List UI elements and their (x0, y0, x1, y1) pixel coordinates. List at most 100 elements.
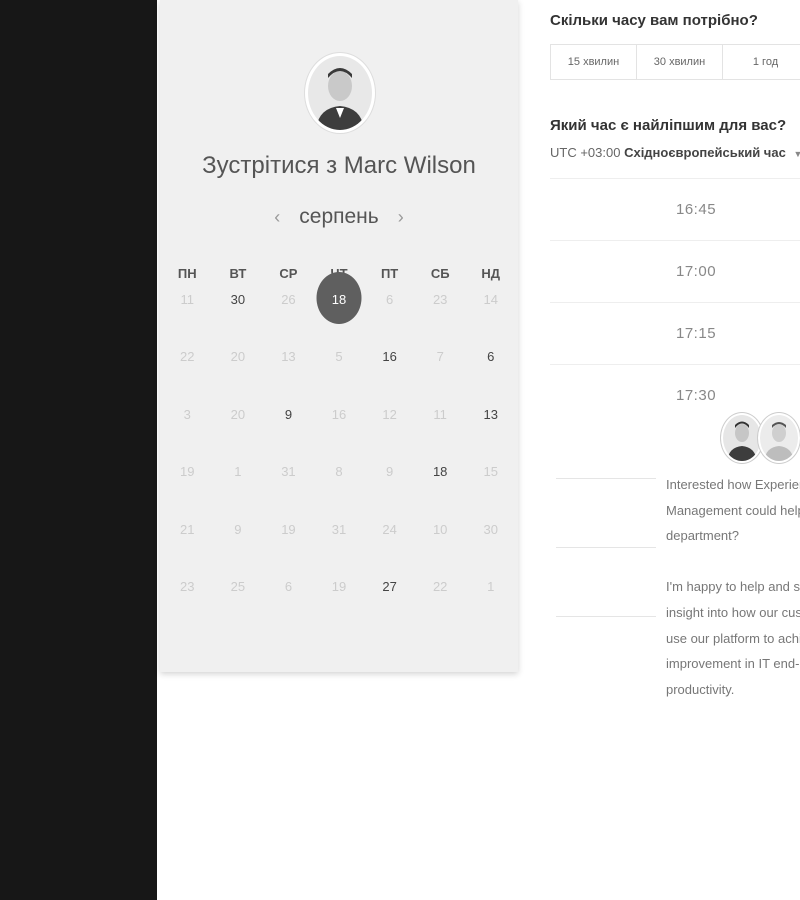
chat-message-line: use our platform to achi (666, 630, 800, 646)
calendar-day: 9 (213, 514, 264, 537)
weekday-label: НД (481, 266, 501, 281)
calendar-week: 21 9 19 31 24 10 30 (162, 514, 516, 571)
calendar-day: 11 (162, 284, 213, 307)
duration-option[interactable]: 30 хвилин (637, 45, 723, 79)
calendar-day: 10 (415, 514, 466, 537)
day-number: 14 (483, 292, 498, 307)
day-number: 23 (432, 292, 448, 307)
selected-day[interactable]: 18 (314, 284, 365, 307)
calendar-day: 31 (314, 514, 365, 537)
calendar-day: 7 (415, 341, 466, 364)
day-number: 10 (432, 521, 448, 537)
day-number: 9 (385, 464, 394, 480)
day-number: 20 (230, 349, 246, 365)
chat-message-line: Management could help (666, 502, 800, 518)
time-slot[interactable]: 17:00 (550, 240, 800, 302)
day-number: 20 (230, 406, 246, 422)
day-number: 19 (180, 464, 195, 480)
weekday-label: СБ (430, 266, 450, 281)
calendar-day[interactable]: 16 (364, 341, 415, 364)
person-icon (723, 415, 761, 461)
day-number: 16 (331, 406, 347, 422)
calendar-day: 24 (364, 514, 415, 537)
calendar-week: 22 20 13 5 16 7 6 (162, 341, 516, 398)
duration-option[interactable]: 15 хвилин (551, 45, 637, 79)
calendar-day[interactable]: 13 (465, 399, 516, 422)
calendar-day: 14 (465, 284, 516, 307)
caret-down-icon: ▼ (793, 149, 800, 159)
day-number: 31 (281, 464, 296, 480)
calendar-day: 15 (465, 456, 516, 479)
day-number: 11 (433, 406, 447, 422)
calendar-day: 30 (465, 514, 516, 537)
next-month-icon[interactable]: › (393, 207, 409, 228)
calendar-day: 13 (263, 341, 314, 364)
prev-month-icon[interactable]: ‹ (269, 207, 285, 228)
calendar-day: 20 (213, 399, 264, 422)
day-number: 6 (385, 292, 394, 307)
day-number: 6 (284, 578, 293, 594)
timezone-offset: UTC +03:00 (550, 145, 621, 160)
calendar-day: 19 (314, 571, 365, 594)
calendar-day: 20 (213, 341, 264, 364)
day-number: 15 (483, 464, 498, 480)
day-number: 24 (382, 521, 397, 537)
chat-message-line: Interested how Experien (666, 477, 800, 492)
day-number: 26 (281, 292, 296, 307)
day-number: 22 (432, 578, 448, 594)
duration-selector: 15 хвилин 30 хвилин 1 год (550, 44, 800, 80)
day-number: 18 (331, 292, 347, 307)
day-number: 19 (281, 521, 296, 537)
calendar-day: 26 (263, 284, 314, 307)
day-number: 31 (331, 521, 347, 537)
calendar-week: 11 30 26 18 6 23 14 (162, 284, 516, 341)
calendar-week: 3 20 9 16 12 11 13 (162, 399, 516, 456)
weekday-label: ПТ (380, 266, 399, 281)
timezone-selector[interactable]: UTC +03:00 Східноєвропейський час ▼ (550, 145, 800, 160)
calendar-day[interactable]: 6 (465, 341, 516, 364)
meeting-title: Зустрітися з Marc Wilson (202, 152, 476, 179)
duration-question: Скільки часу вам потрібно? (550, 12, 758, 29)
calendar-week: 23 25 6 19 27 22 1 (162, 571, 516, 628)
day-number: 23 (180, 578, 195, 594)
calendar-day: 19 (263, 514, 314, 537)
calendar-day: 31 (263, 456, 314, 479)
day-number: 18 (432, 464, 448, 480)
day-number: 9 (234, 521, 242, 537)
chat-message-line: productivity. (666, 681, 735, 697)
duration-option[interactable]: 1 год (723, 45, 800, 79)
month-label: серпень (299, 205, 379, 228)
chat-message: Interested how Experien Management could… (666, 472, 800, 728)
calendar-day[interactable]: 27 (364, 571, 415, 594)
calendar-day: 1 (465, 571, 516, 594)
day-number: 8 (335, 464, 343, 480)
slot-dividers (556, 478, 656, 685)
person-icon (308, 56, 372, 130)
calendar-day: 22 (415, 571, 466, 594)
chat-agent-avatars[interactable] (721, 413, 800, 465)
day-number: 11 (180, 292, 195, 307)
calendar-day: 3 (162, 399, 213, 422)
calendar-day: 23 (162, 571, 213, 594)
day-number: 25 (230, 578, 246, 594)
chat-message-line: improvement in IT end-u (666, 656, 800, 672)
month-navigation: ‹ серпень › (160, 203, 518, 231)
time-slot[interactable]: 17:15 (550, 302, 800, 364)
time-question: Який час є найліпшим для вас? (550, 117, 787, 134)
calendar-day: 6 (364, 284, 415, 307)
calendar-day: 22 (162, 341, 213, 364)
person-icon (760, 415, 798, 461)
time-slot[interactable]: 16:45 (550, 178, 800, 240)
calendar-day: 16 (314, 399, 365, 422)
calendar-card: Зустрітися з Marc Wilson ‹ серпень › ПН … (160, 0, 518, 672)
day-number: 7 (436, 349, 444, 365)
calendar-day[interactable]: 9 (263, 399, 314, 422)
calendar-day: 12 (364, 399, 415, 422)
calendar-day[interactable]: 30 (213, 284, 264, 307)
calendar-day: 1 (213, 456, 264, 479)
chat-message-line: department? (666, 528, 739, 544)
day-number: 30 (230, 292, 246, 307)
calendar-day[interactable]: 18 (415, 456, 466, 479)
day-number: 5 (335, 349, 343, 365)
agent-avatar (758, 413, 800, 463)
